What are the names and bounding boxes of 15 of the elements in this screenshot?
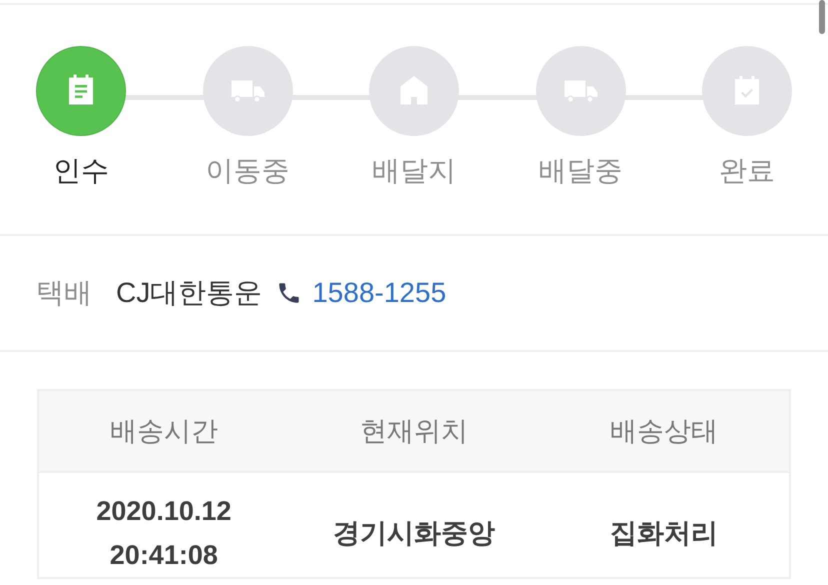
courier-name: CJ대한통운 [116,276,262,310]
scrollbar-thumb[interactable] [819,0,825,34]
column-header: 배송상태 [539,390,790,472]
table-cell: 집화처리 [539,472,790,578]
step-label: 완료 [719,154,775,188]
step-label: 인수 [53,154,109,188]
step-label: 이동중 [206,154,290,188]
phone-link[interactable]: 1588-1255 [312,272,446,314]
column-header: 배송시간 [38,390,289,472]
courier-label: 택배 [36,276,92,310]
column-header: 현재위치 [288,390,540,472]
table-cell: 2020.10.12 20:41:08 [38,472,289,578]
step-label: 배달중 [538,154,622,188]
step-label: 배달지 [372,154,456,188]
table-cell: 경기시화중앙 [288,472,540,578]
